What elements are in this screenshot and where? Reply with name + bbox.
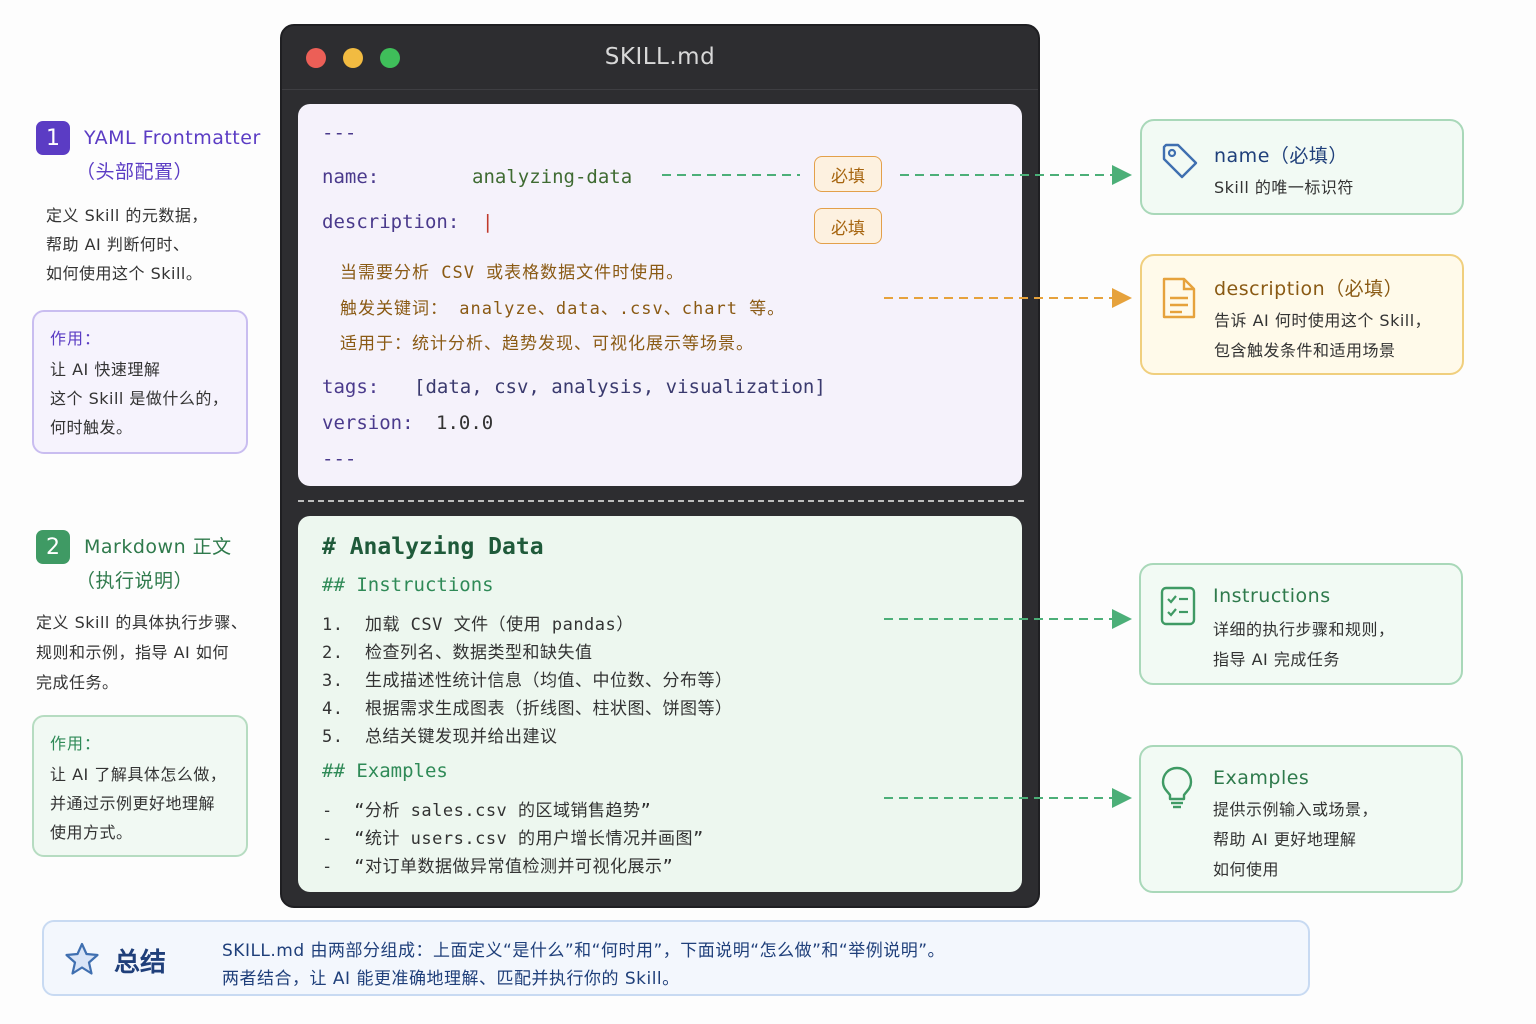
summary-box: 总结 SKILL.md 由两部分组成：上面定义“是什么”和“何时用”，下面说明“…	[42, 920, 1310, 996]
description-card-title: description（必填）	[1214, 278, 1404, 300]
star-icon	[65, 942, 99, 975]
name-card: name（必填） Skill 的唯一标识符	[1140, 119, 1464, 215]
summary-line-2: 两者结合，让 AI 能更准确地理解、匹配并执行你的 Skill。	[222, 969, 680, 989]
examples-card: Examples 提供示例输入或场景， 帮助 AI 更好地理解 如何使用	[1139, 745, 1463, 893]
instructions-card: Instructions 详细的执行步骤和规则， 指导 AI 完成任务	[1139, 563, 1463, 685]
instructions-card-text: 详细的执行步骤和规则， 指导 AI 完成任务	[1213, 620, 1395, 669]
description-card: description（必填） 告诉 AI 何时使用这个 Skill， 包含触发…	[1140, 254, 1464, 375]
checklist-icon	[1160, 586, 1196, 626]
description-card-text: 告诉 AI 何时使用这个 Skill， 包含触发条件和适用场景	[1214, 311, 1432, 360]
name-card-title: name（必填）	[1214, 145, 1348, 167]
document-icon	[1162, 277, 1196, 319]
examples-card-text: 提供示例输入或场景， 帮助 AI 更好地理解 如何使用	[1213, 800, 1379, 879]
examples-card-title: Examples	[1213, 767, 1310, 789]
name-card-text: Skill 的唯一标识符	[1214, 178, 1354, 197]
lightbulb-icon	[1161, 766, 1193, 809]
summary-title: 总结	[114, 948, 167, 978]
tag-icon	[1162, 143, 1198, 179]
instructions-card-title: Instructions	[1213, 585, 1331, 607]
summary-line-1: SKILL.md 由两部分组成：上面定义“是什么”和“何时用”，下面说明“怎么做…	[222, 941, 946, 961]
